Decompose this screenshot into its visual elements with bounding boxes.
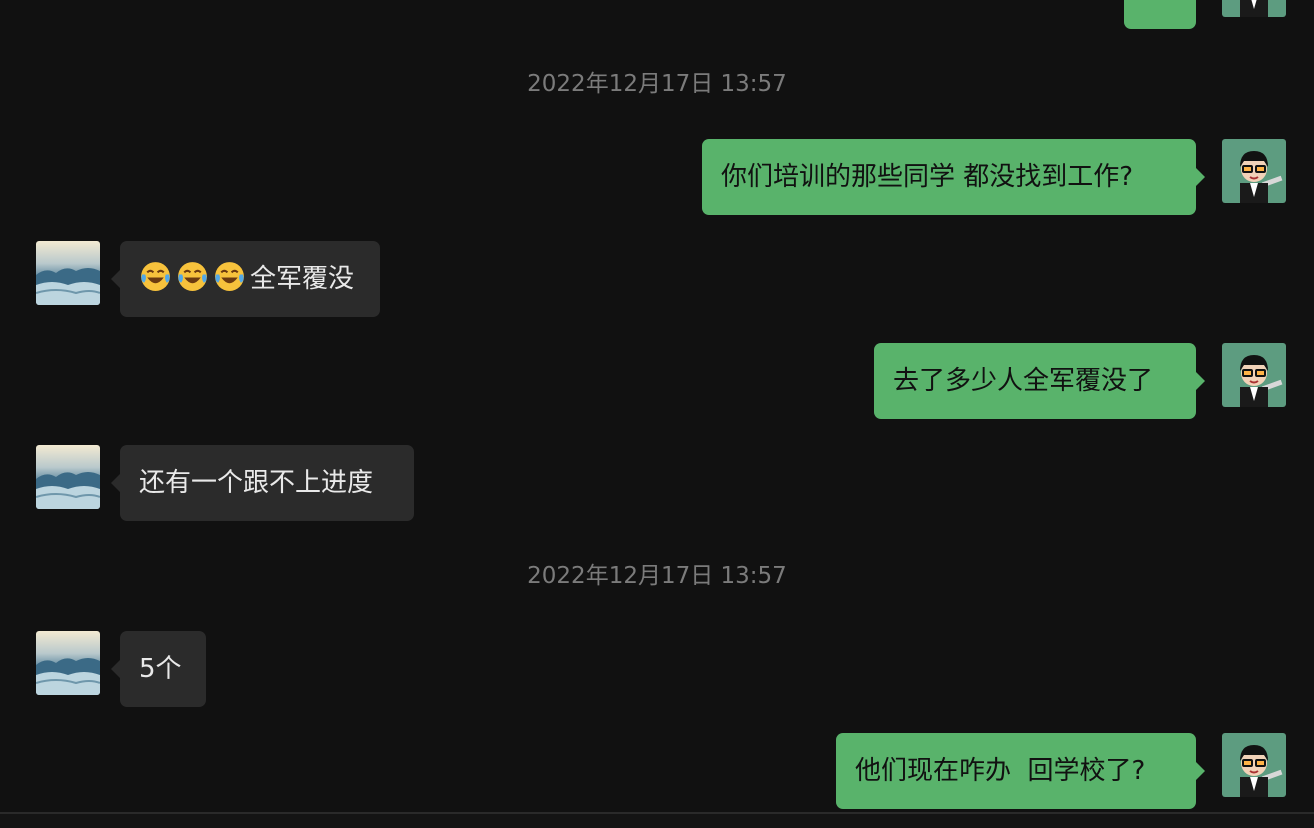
message-text: 还有一个跟不上进度 (139, 468, 374, 498)
sea-clouds-avatar-icon (36, 445, 100, 509)
avatar-self[interactable] (1222, 0, 1286, 17)
message-bubble-incoming[interactable]: 全军覆没 (111, 241, 380, 317)
face-with-tears-of-joy-emoji (141, 262, 170, 291)
avatar-contact[interactable] (36, 241, 100, 305)
message-bubble-outgoing[interactable]: 你们培训的那些同学 都没找到工作? (702, 139, 1205, 215)
chat-history[interactable]: 2022年12月17日 13:57 你们培训的那些同学 都没找到工作? 全军覆没… (0, 0, 1314, 828)
cartoon-boy-avatar-icon (1222, 343, 1286, 407)
message-bubble-outgoing-partial[interactable] (1124, 0, 1196, 29)
cartoon-boy-avatar-icon (1222, 733, 1286, 797)
avatar-contact[interactable] (36, 445, 100, 509)
face-with-tears-of-joy-emoji (178, 262, 207, 291)
message-text: 5个 (139, 654, 182, 684)
message-bubble-incoming[interactable]: 5个 (111, 631, 206, 707)
message-bubble-incoming[interactable]: 还有一个跟不上进度 (111, 445, 414, 521)
cartoon-boy-avatar-icon (1222, 0, 1286, 17)
message-text: 去了多少人全军覆没了 (893, 366, 1154, 396)
avatar-self[interactable] (1222, 733, 1286, 797)
avatar-self[interactable] (1222, 139, 1286, 203)
avatar-self[interactable] (1222, 343, 1286, 407)
sea-clouds-avatar-icon (36, 631, 100, 695)
message-bubble-outgoing[interactable]: 他们现在咋办 回学校了? (836, 733, 1205, 809)
avatar-contact[interactable] (36, 631, 100, 695)
message-text: 他们现在咋办 回学校了? (855, 756, 1146, 786)
face-with-tears-of-joy-emoji (215, 262, 244, 291)
message-text: 你们培训的那些同学 都没找到工作? (721, 162, 1134, 192)
input-area-divider (0, 812, 1314, 828)
message-text: 全军覆没 (250, 264, 355, 294)
message-bubble-outgoing[interactable]: 去了多少人全军覆没了 (874, 343, 1205, 419)
sea-clouds-avatar-icon (36, 241, 100, 305)
cartoon-boy-avatar-icon (1222, 139, 1286, 203)
timestamp: 2022年12月17日 13:57 (527, 563, 787, 589)
timestamp: 2022年12月17日 13:57 (527, 71, 787, 97)
